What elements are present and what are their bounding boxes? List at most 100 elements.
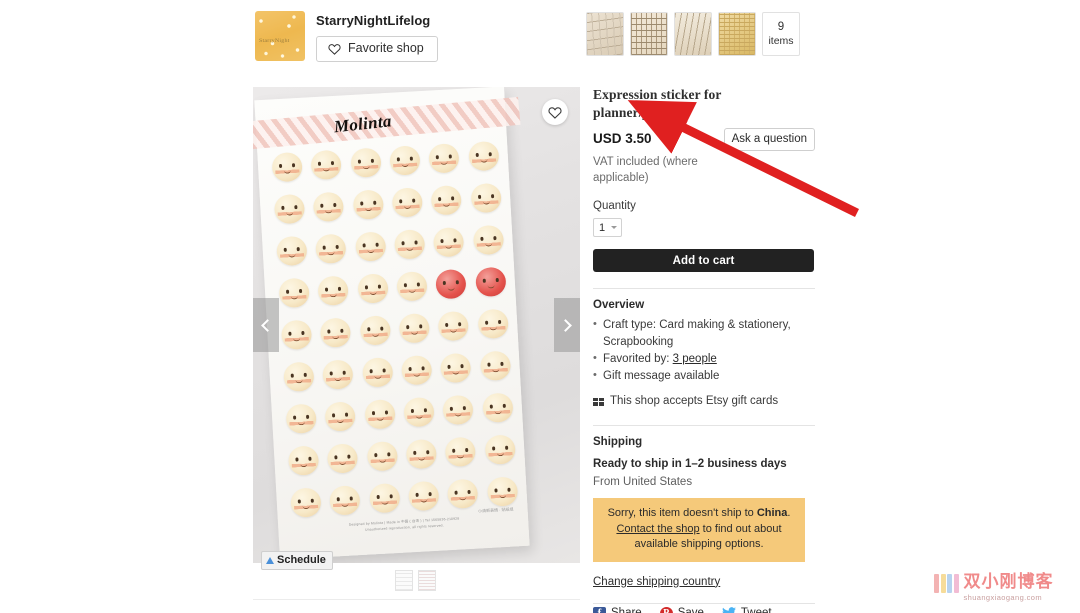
- previous-image-button[interactable]: [253, 298, 279, 352]
- sticker-face: [366, 440, 398, 472]
- sticker-face: [467, 140, 500, 172]
- twitter-tweet-label: Tweet: [740, 606, 772, 613]
- sticker-face: [322, 359, 354, 390]
- sticker-face: [324, 401, 357, 432]
- sticker-face: [329, 485, 361, 516]
- facebook-icon: f: [593, 606, 606, 613]
- sticker-face: [405, 438, 438, 470]
- sticker-face: [407, 480, 440, 512]
- image-thumbnail-row: [395, 570, 436, 591]
- shop-item-thumbnail-1[interactable]: [586, 12, 624, 56]
- sticker-face: [435, 268, 468, 300]
- warning-text-1: Sorry, this item doesn't ship to: [607, 507, 757, 519]
- ask-a-question-button[interactable]: Ask a question: [723, 128, 815, 151]
- image-thumbnail-2[interactable]: [418, 570, 436, 591]
- sticker-sheet: Molinta Designed by Molinta | Made in 中国…: [253, 87, 530, 560]
- chevron-left-icon: [261, 318, 274, 332]
- sticker-face: [280, 319, 313, 351]
- shop-name[interactable]: StarryNightLifelog: [316, 13, 438, 29]
- next-image-button[interactable]: [554, 298, 580, 352]
- change-shipping-country-link[interactable]: Change shipping country: [593, 575, 720, 590]
- facebook-share-button[interactable]: f Share: [593, 606, 642, 613]
- vat-note: VAT included (where applicable): [593, 156, 698, 184]
- left-column-divider: [253, 599, 580, 600]
- shop-item-thumbnail-2[interactable]: [630, 12, 668, 56]
- shipping-ready-text: Ready to ship in 1–2 business days: [593, 458, 787, 470]
- watermark-text-group: 双小刚博客 shuangxiaogang.com: [964, 572, 1054, 602]
- overview-item-favorited-by: Favorited by: 3 people: [593, 350, 815, 368]
- schedule-badge[interactable]: Schedule: [261, 551, 333, 570]
- sticker-sheet-footer: Designed by Molinta | Made in 中国 ( 台湾 ) …: [314, 514, 494, 536]
- sticker-face: [389, 145, 421, 176]
- price-row: USD 3.50 Ask a question: [593, 128, 815, 151]
- favorite-item-button[interactable]: [542, 99, 568, 125]
- product-main-image[interactable]: Molinta Designed by Molinta | Made in 中国…: [253, 87, 580, 563]
- shop-item-thumbnail-4[interactable]: [718, 12, 756, 56]
- add-to-cart-button[interactable]: Add to cart: [593, 249, 814, 272]
- product-price: USD 3.50: [593, 131, 652, 146]
- details-bottom-divider: [593, 603, 815, 604]
- sticker-face: [315, 233, 347, 265]
- twitter-icon: [722, 607, 736, 613]
- sticker-face: [444, 436, 477, 468]
- sticker-face: [352, 189, 384, 220]
- sticker-face: [363, 399, 396, 430]
- sticker-face: [271, 151, 303, 183]
- pinterest-save-button[interactable]: P Save: [659, 606, 704, 613]
- watermark: 双小刚博客 shuangxiaogang.com: [934, 572, 1054, 602]
- favorite-shop-button[interactable]: Favorite shop: [316, 36, 438, 62]
- sticker-sheet-footer-right: 小清新表情 · 贴纸组: [477, 506, 514, 514]
- sticker-face: [470, 182, 502, 214]
- sticker-face: [447, 478, 479, 510]
- sticker-face: [481, 392, 514, 424]
- product-details-panel: Expression sticker for planner/journal U…: [593, 86, 815, 613]
- sticker-face: [486, 476, 519, 507]
- sticker-face: [403, 396, 435, 428]
- product-page: StarryNight StarryNightLifelog Favorite …: [0, 0, 1080, 613]
- sticker-face: [290, 487, 322, 518]
- overview-list: Craft type: Card making & stationery, Sc…: [593, 316, 815, 385]
- sticker-face: [479, 350, 511, 382]
- watermark-logo-icon: [934, 574, 959, 593]
- overview-item-gift-message: Gift message available: [593, 367, 815, 385]
- sticker-face: [484, 434, 516, 465]
- sticker-face: [287, 445, 320, 476]
- sticker-face: [273, 193, 306, 225]
- heart-icon: [328, 43, 341, 55]
- pinterest-icon: P: [659, 606, 673, 613]
- warning-country: China: [756, 507, 788, 519]
- sticker-face: [368, 482, 401, 514]
- sticker-face: [327, 443, 359, 474]
- facebook-share-label: Share: [611, 606, 642, 613]
- sticker-face: [393, 229, 426, 260]
- sticker-face: [359, 315, 391, 346]
- shipping-heading: Shipping: [593, 436, 643, 448]
- shipping-divider: [593, 425, 815, 426]
- sticker-face: [356, 273, 389, 304]
- sticker-face: [477, 308, 509, 340]
- shop-info: StarryNightLifelog Favorite shop: [316, 11, 438, 62]
- sticker-face: [361, 357, 394, 388]
- sticker-face: [319, 317, 352, 348]
- share-row: f Share P Save Tweet: [593, 606, 815, 613]
- twitter-tweet-button[interactable]: Tweet: [722, 606, 772, 613]
- sticker-face: [442, 394, 475, 426]
- sticker-face: [285, 403, 317, 435]
- gift-card-note: This shop accepts Etsy gift cards: [610, 395, 779, 407]
- sticker-face: [437, 310, 470, 342]
- shop-items-strip: 9 items: [586, 12, 800, 56]
- shop-avatar[interactable]: StarryNight: [255, 11, 305, 61]
- shop-items-count-button[interactable]: 9 items: [762, 12, 800, 56]
- warning-text-2: .: [787, 507, 791, 519]
- watermark-url: shuangxiaogang.com: [963, 593, 1043, 602]
- shop-avatar-text: StarryNight: [259, 38, 290, 44]
- favorited-by-link[interactable]: 3 people: [673, 353, 717, 365]
- gift-card-icon: [593, 397, 604, 406]
- quantity-select[interactable]: 1: [593, 218, 622, 237]
- shop-item-thumbnail-3[interactable]: [674, 12, 712, 56]
- image-thumbnail-1[interactable]: [395, 570, 413, 591]
- contact-the-shop-link[interactable]: Contact the shop: [616, 523, 699, 535]
- sticker-face: [472, 224, 504, 256]
- sticker-face: [396, 271, 428, 302]
- product-title: Expression sticker for planner/journal: [593, 87, 722, 120]
